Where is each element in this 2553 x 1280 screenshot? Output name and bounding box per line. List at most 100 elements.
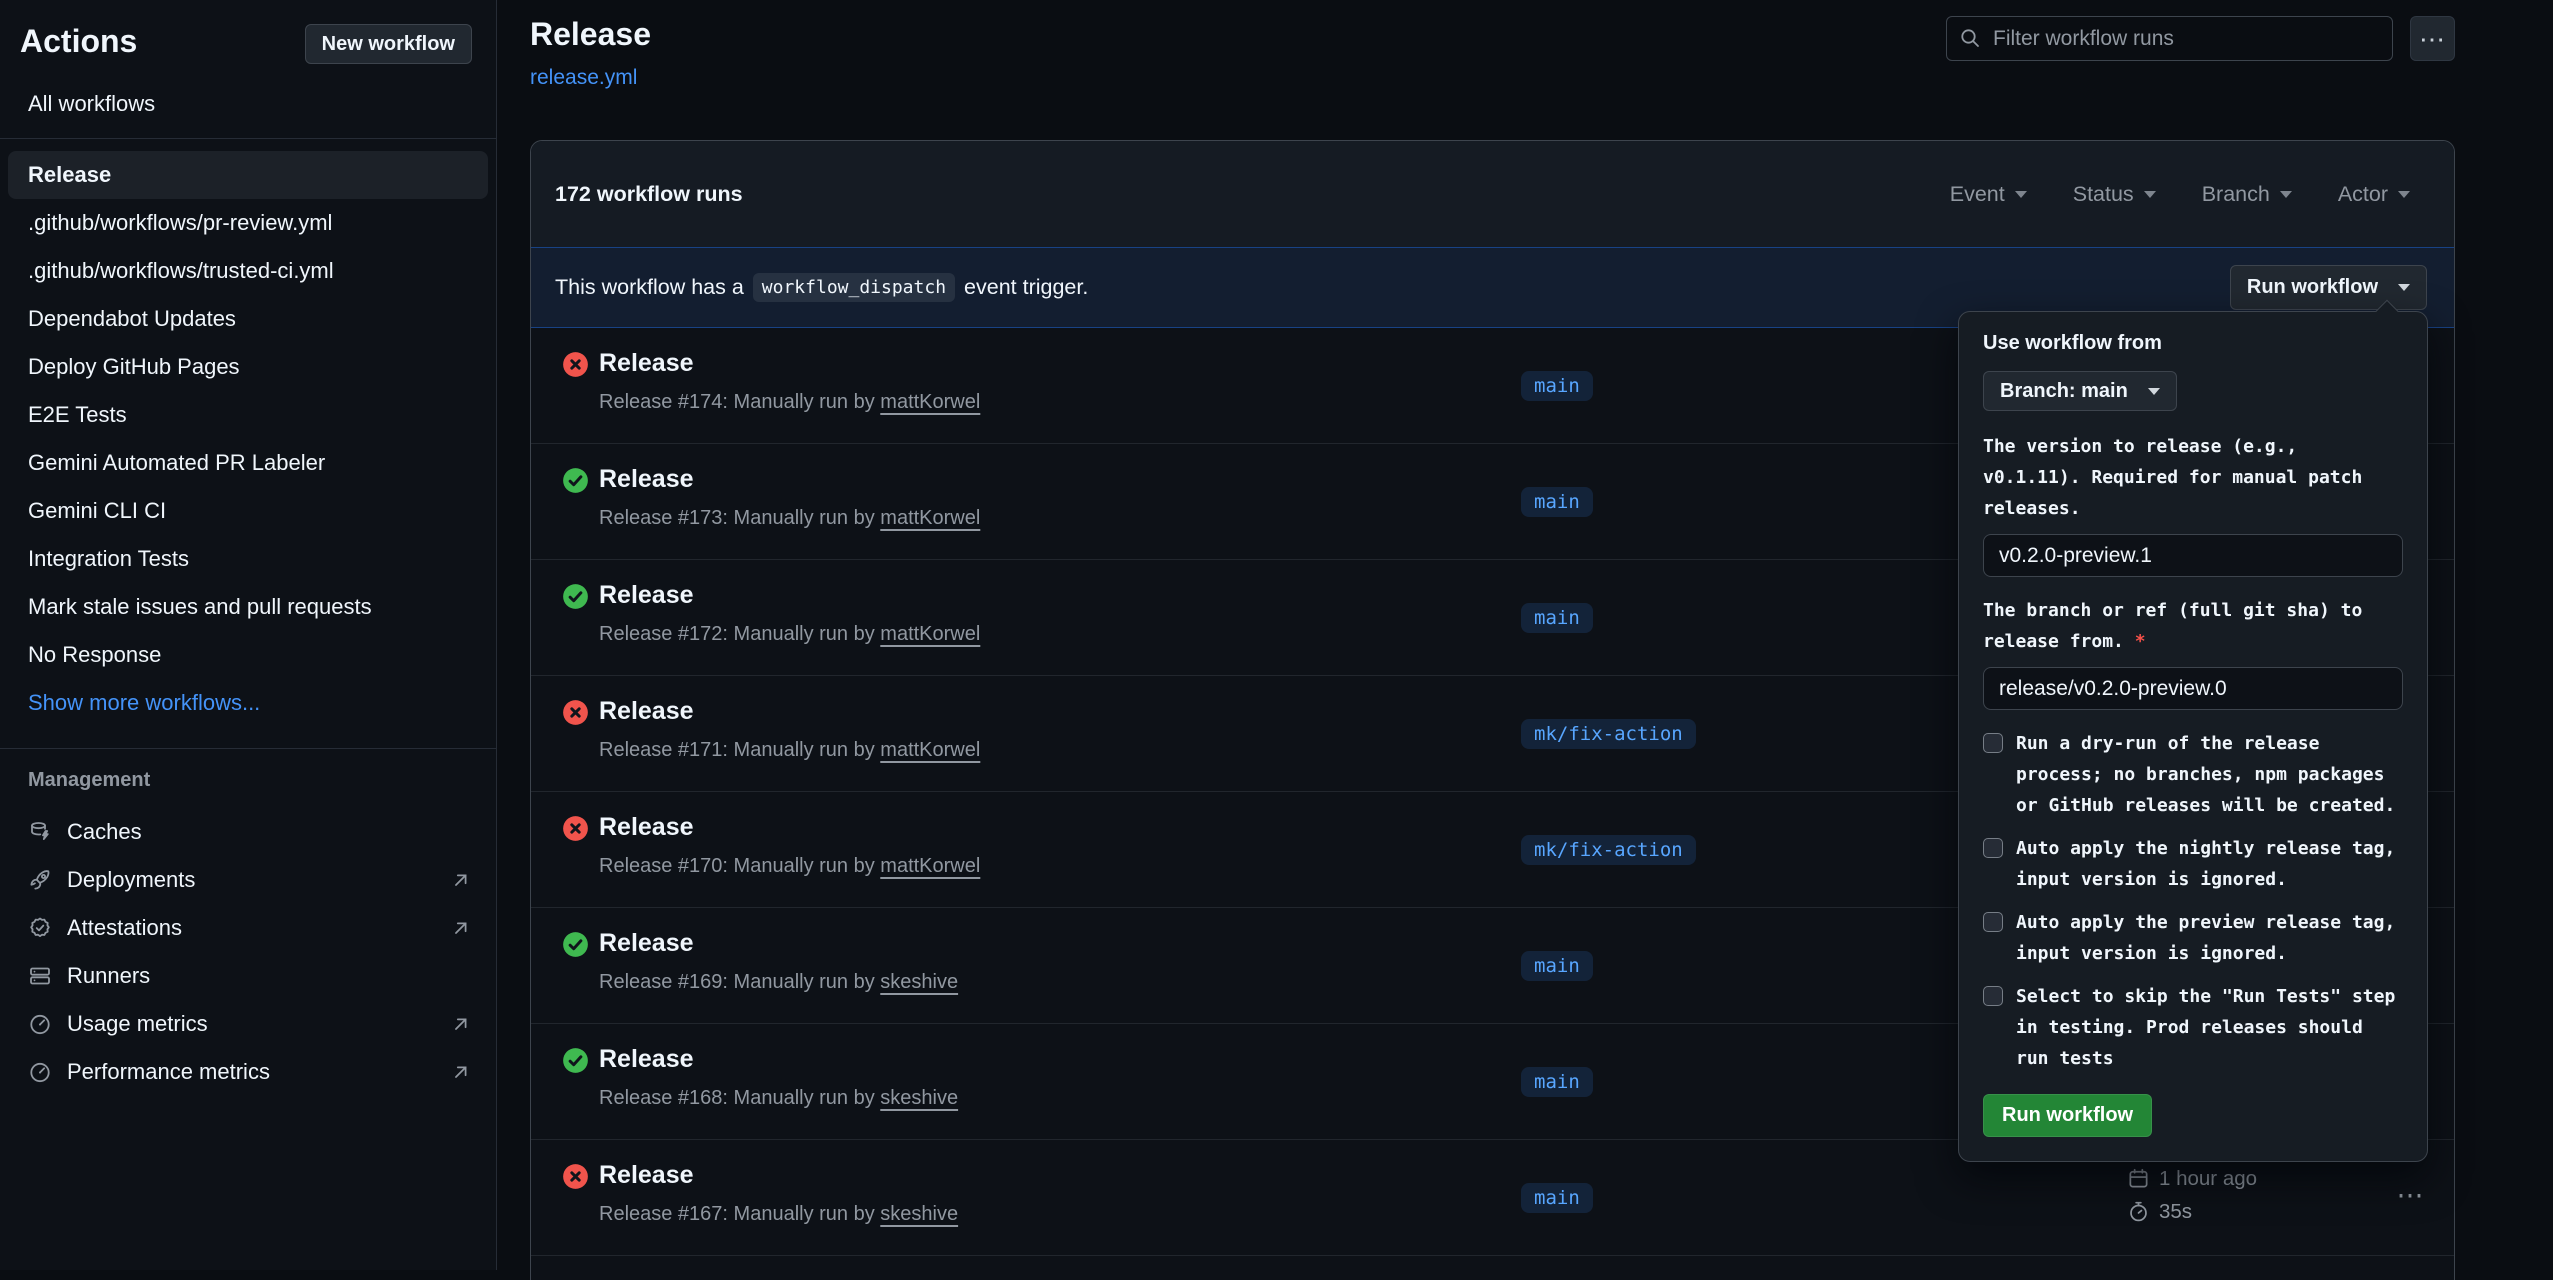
- run-workflow-submit-button[interactable]: Run workflow: [1983, 1094, 2152, 1137]
- actor-link[interactable]: skeshive: [880, 1087, 958, 1109]
- failure-icon: [562, 699, 589, 726]
- sidebar-item-management[interactable]: Deployments: [8, 856, 488, 904]
- run-kebab-menu[interactable]: ⋯: [2381, 1180, 2441, 1211]
- banner-text: event trigger.: [964, 275, 1088, 300]
- sidebar-item-management[interactable]: Runners: [8, 952, 488, 1000]
- runs-header: 172 workflow runs Event Status Branch Ac…: [531, 141, 2454, 247]
- filter-dropdown[interactable]: Branch: [2202, 182, 2292, 207]
- workflow-checkbox-row[interactable]: Select to skip the "Run Tests" step in t…: [1983, 981, 2403, 1074]
- actor-link[interactable]: mattKorwel: [880, 855, 980, 877]
- sidebar-item-all-workflows[interactable]: All workflows: [28, 91, 496, 117]
- run-time: 1 hour ago: [2159, 1167, 2257, 1191]
- workflow-input-group: The version to release (e.g., v0.1.11). …: [1983, 431, 2403, 577]
- actor-link[interactable]: mattKorwel: [880, 507, 980, 529]
- input-description: The branch or ref (full git sha) to rele…: [1983, 595, 2403, 657]
- workflow-file-link[interactable]: release.yml: [530, 66, 637, 90]
- workflow-input-field[interactable]: [1983, 534, 2403, 577]
- run-duration: 35s: [2159, 1200, 2192, 1224]
- sidebar-item-workflow[interactable]: Gemini CLI CI: [8, 487, 488, 535]
- branch-label[interactable]: main: [1521, 487, 1593, 517]
- filter-dropdown[interactable]: Status: [2073, 182, 2156, 207]
- run-title-link[interactable]: Release: [599, 929, 694, 958]
- workflow-checkbox-row[interactable]: Auto apply the nightly release tag, inpu…: [1983, 833, 2403, 895]
- actor-link[interactable]: mattKorwel: [880, 739, 980, 761]
- sidebar-item-workflow[interactable]: No Response: [8, 631, 488, 679]
- run-title-link[interactable]: Release: [599, 465, 694, 494]
- runs-count: 172 workflow runs: [555, 182, 743, 207]
- filter-workflow-runs-input[interactable]: [1946, 16, 2393, 61]
- rocket-icon: [28, 868, 52, 892]
- failure-icon: [562, 815, 589, 842]
- next-run-row-partial: [531, 1256, 2454, 1268]
- filter-workflow-runs: [1946, 16, 2393, 61]
- gauge-icon: [28, 1012, 52, 1036]
- workflow-checkbox-row[interactable]: Run a dry-run of the release process; no…: [1983, 728, 2403, 821]
- checkbox[interactable]: [1983, 986, 2003, 1006]
- checkbox[interactable]: [1983, 912, 2003, 932]
- chevron-down-icon: [2148, 388, 2160, 395]
- run-workflow-dropdown-panel: Use workflow from Branch: main The versi…: [1958, 311, 2428, 1162]
- chevron-down-icon: [2144, 191, 2156, 198]
- branch-label[interactable]: mk/fix-action: [1521, 719, 1696, 749]
- show-more-workflows-link[interactable]: Show more workflows...: [8, 679, 488, 727]
- workflow-checkbox-row[interactable]: Auto apply the preview release tag, inpu…: [1983, 907, 2403, 969]
- success-icon: [562, 467, 589, 494]
- actor-link[interactable]: skeshive: [880, 971, 958, 993]
- workflow-dispatch-code: workflow_dispatch: [753, 273, 955, 302]
- sidebar-item-workflow[interactable]: Deploy GitHub Pages: [8, 343, 488, 391]
- branch-label[interactable]: main: [1521, 1067, 1593, 1097]
- workflow-input-group: The branch or ref (full git sha) to rele…: [1983, 595, 2403, 710]
- stopwatch-icon: [2127, 1200, 2150, 1223]
- sidebar-item-workflow[interactable]: E2E Tests: [8, 391, 488, 439]
- failure-icon: [562, 351, 589, 378]
- required-asterisk: *: [2124, 631, 2146, 652]
- input-description: The version to release (e.g., v0.1.11). …: [1983, 431, 2403, 524]
- run-title-link[interactable]: Release: [599, 1045, 694, 1074]
- checkbox[interactable]: [1983, 838, 2003, 858]
- actor-link[interactable]: mattKorwel: [880, 391, 980, 413]
- success-icon: [562, 583, 589, 610]
- branch-select-button[interactable]: Branch: main: [1983, 371, 2177, 411]
- run-title-link[interactable]: Release: [599, 581, 694, 610]
- run-title-link[interactable]: Release: [599, 697, 694, 726]
- sidebar-item-workflow[interactable]: Integration Tests: [8, 535, 488, 583]
- sidebar-item-management[interactable]: Performance metrics: [8, 1048, 488, 1096]
- sidebar-item-workflow[interactable]: Dependabot Updates: [8, 295, 488, 343]
- run-description: Release #174: Manually run by mattKorwel: [599, 391, 980, 414]
- page-title: Release: [530, 16, 651, 53]
- sidebar-item-management[interactable]: Attestations: [8, 904, 488, 952]
- sidebar-item-workflow[interactable]: .github/workflows/trusted-ci.yml: [8, 247, 488, 295]
- chevron-down-icon: [2398, 284, 2410, 291]
- run-title-link[interactable]: Release: [599, 349, 694, 378]
- external-link-icon: [450, 1061, 472, 1083]
- branch-label[interactable]: main: [1521, 371, 1593, 401]
- branch-label[interactable]: main: [1521, 603, 1593, 633]
- run-workflow-dropdown-button[interactable]: Run workflow: [2230, 265, 2427, 310]
- filter-dropdown[interactable]: Event: [1950, 182, 2027, 207]
- external-link-icon: [450, 917, 472, 939]
- new-workflow-button[interactable]: New workflow: [305, 24, 472, 64]
- sidebar-divider: [0, 748, 496, 749]
- branch-label[interactable]: mk/fix-action: [1521, 835, 1696, 865]
- workflow-list: Release .github/workflows/pr-review.yml …: [0, 139, 496, 679]
- actor-link[interactable]: mattKorwel: [880, 623, 980, 645]
- actor-link[interactable]: skeshive: [880, 1203, 958, 1225]
- branch-label[interactable]: main: [1521, 951, 1593, 981]
- run-title-link[interactable]: Release: [599, 813, 694, 842]
- filter-dropdown[interactable]: Actor: [2338, 182, 2410, 207]
- sidebar-item-workflow[interactable]: Gemini Automated PR Labeler: [8, 439, 488, 487]
- workflow-kebab-menu-button[interactable]: ⋯: [2410, 16, 2455, 61]
- run-description: Release #172: Manually run by mattKorwel: [599, 623, 980, 646]
- workflow-checkboxes: Run a dry-run of the release process; no…: [1983, 728, 2403, 1074]
- workflow-input-field[interactable]: [1983, 667, 2403, 710]
- sidebar-item-workflow[interactable]: .github/workflows/pr-review.yml: [8, 199, 488, 247]
- checkbox[interactable]: [1983, 733, 2003, 753]
- sidebar-item-management[interactable]: Caches: [8, 808, 488, 856]
- sidebar-title: Actions: [20, 24, 137, 59]
- management-list: Caches Deployments Attestations Runners …: [0, 796, 496, 1096]
- branch-label[interactable]: main: [1521, 1183, 1593, 1213]
- run-title-link[interactable]: Release: [599, 1161, 694, 1190]
- sidebar-item-workflow[interactable]: Mark stale issues and pull requests: [8, 583, 488, 631]
- sidebar-item-management[interactable]: Usage metrics: [8, 1000, 488, 1048]
- sidebar-item-workflow[interactable]: Release: [8, 151, 488, 199]
